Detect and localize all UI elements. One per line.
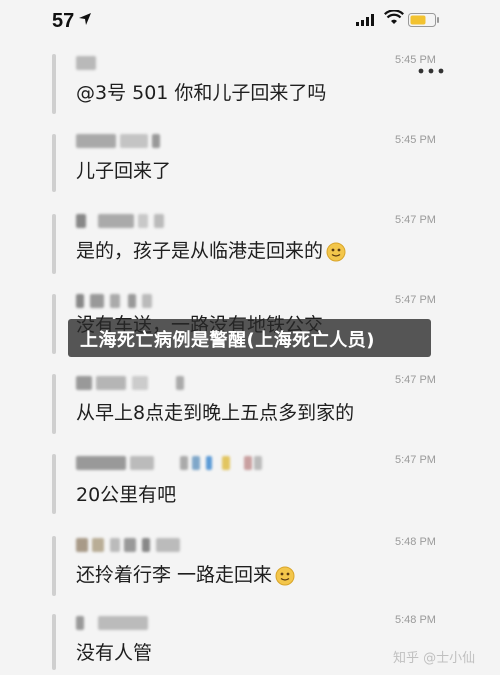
smiley-emoji-icon [326,242,346,261]
message-text-content: 是的，孩子是从临港走回来的 [76,240,324,262]
message-bar [52,214,56,274]
status-bar: 57 [0,0,500,40]
message-bar [52,614,56,670]
message-time: 5:47 PM [395,454,436,466]
overlay-title-banner: 上海死亡病例是警醒(上海死亡人员) [68,319,431,357]
status-time: 57 [52,10,75,32]
message-text: @3号 501 你和儿子回来了吗 [76,82,327,104]
location-arrow-icon [79,13,91,25]
message-time: 5:48 PM [395,536,436,548]
signal-icon [356,14,374,26]
overlay-title: 上海死亡病例是警醒(上海死亡人员) [80,330,375,351]
message-text: 从早上8点走到晚上五点多到家的 [76,402,355,424]
message-text-content: 还拎着行李 一路走回来 [76,564,273,586]
more-options-icon[interactable] [417,66,445,76]
message-time: 5:47 PM [395,214,436,226]
message-time: 5:48 PM [395,614,436,626]
message-time: 5:45 PM [395,54,436,66]
message-text: 还拎着行李 一路走回来 [76,560,295,587]
message-bar [52,134,56,192]
wifi-icon [384,10,404,24]
message-bar [52,536,56,596]
message-text: 没有人管 [76,642,153,664]
message-time: 5:45 PM [395,134,436,146]
message-bar [52,374,56,434]
message-text: 是的，孩子是从临港走回来的 [76,236,346,263]
watermark: 知乎 @士小仙 [393,651,476,666]
message-time: 5:47 PM [395,374,436,386]
message-text: 20公里有吧 [76,484,177,506]
message-bar [52,454,56,514]
message-bar [52,54,56,114]
message-time: 5:47 PM [395,294,436,306]
smiley-emoji-icon [275,566,295,585]
battery-icon [408,13,439,27]
message-bar [52,294,56,354]
message-text: 儿子回来了 [76,160,172,182]
